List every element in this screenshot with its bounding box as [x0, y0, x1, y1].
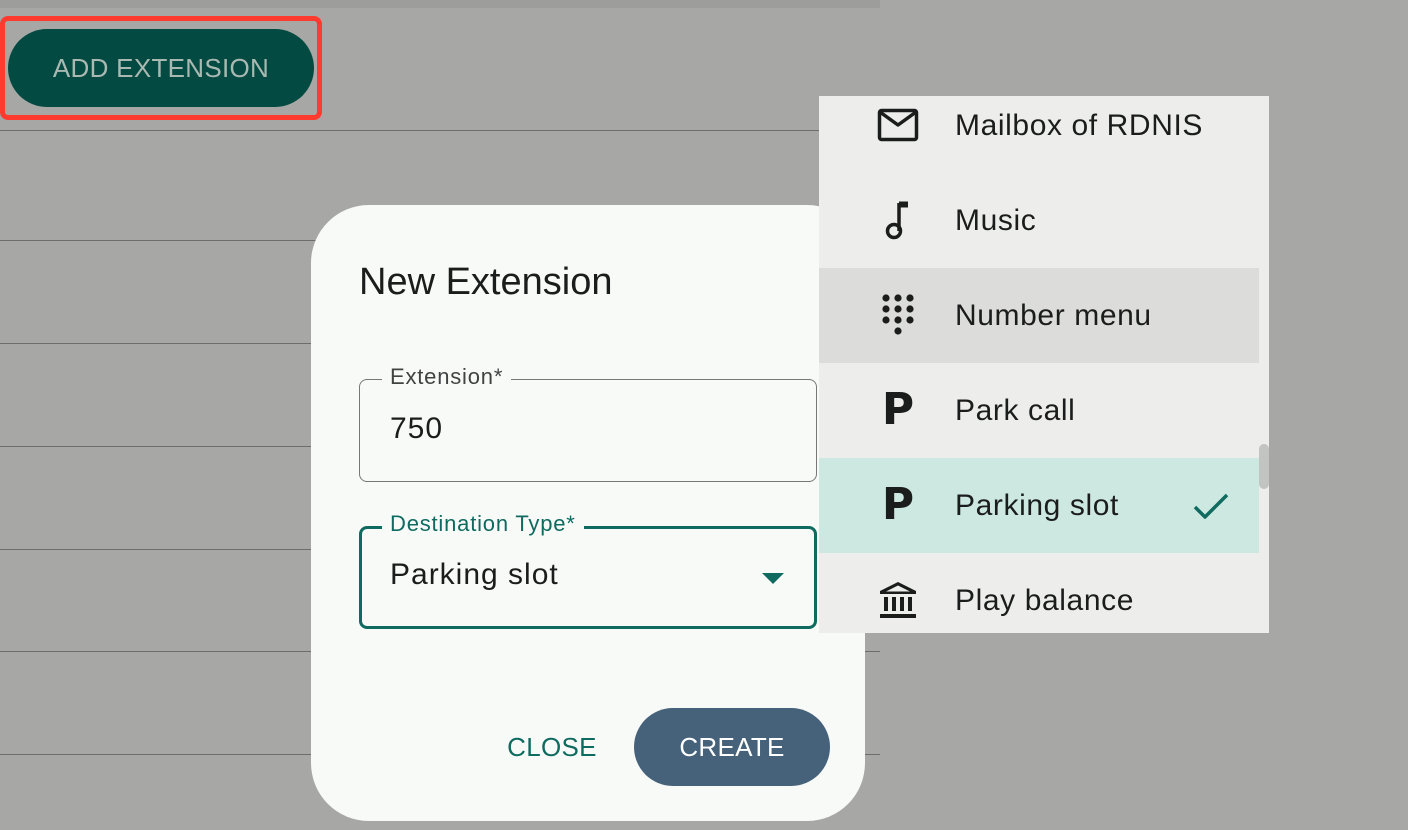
- new-extension-dialog: New Extension Extension* 750 Destination…: [311, 205, 865, 821]
- menu-item-parking-slot[interactable]: P Parking slot: [819, 458, 1259, 553]
- dialog-title: New Extension: [359, 261, 613, 303]
- menu-item-mailbox-of-rdnis[interactable]: Mailbox of RDNIS: [819, 96, 1259, 173]
- extension-field-label: Extension*: [382, 364, 512, 390]
- menu-item-play-balance[interactable]: Play balance: [819, 553, 1259, 633]
- destination-type-menu: Mailbox of RDNIS Music Number menu P Par…: [819, 96, 1269, 633]
- check-icon: [1191, 486, 1231, 526]
- destination-type-select[interactable]: Destination Type* Parking slot: [359, 511, 817, 629]
- menu-item-label: Play balance: [955, 583, 1134, 617]
- close-button[interactable]: CLOSE: [493, 720, 611, 774]
- menu-item-number-menu[interactable]: Number menu: [819, 268, 1259, 363]
- menu-item-music[interactable]: Music: [819, 173, 1259, 268]
- menu-item-park-call[interactable]: P Park call: [819, 363, 1259, 458]
- menu-item-label: Mailbox of RDNIS: [955, 108, 1204, 142]
- add-extension-button-label: ADD EXTENSION: [52, 52, 270, 83]
- menu-scrollbar[interactable]: [1259, 444, 1269, 489]
- bank-icon: [875, 577, 921, 623]
- extension-field-value[interactable]: 750: [390, 412, 443, 446]
- top-strip: [0, 0, 880, 8]
- menu-item-label: Number menu: [955, 298, 1152, 332]
- destination-type-value[interactable]: Parking slot: [390, 558, 559, 592]
- music-note-icon: [875, 197, 921, 243]
- menu-item-label: Park call: [955, 393, 1076, 427]
- row-divider: [0, 130, 880, 131]
- dropdown-arrow-icon[interactable]: [762, 573, 784, 584]
- create-button-label: CREATE: [679, 731, 785, 762]
- extension-field[interactable]: Extension* 750: [359, 364, 817, 482]
- menu-item-label: Music: [955, 203, 1037, 237]
- page: ADD EXTENSION New Extension Extension* 7…: [0, 0, 1408, 830]
- parking-icon: P: [881, 384, 915, 435]
- add-extension-button[interactable]: ADD EXTENSION: [8, 29, 314, 107]
- mail-icon: [875, 102, 921, 148]
- parking-icon: P: [881, 479, 915, 530]
- create-button[interactable]: CREATE: [634, 708, 830, 786]
- dialpad-icon: [875, 292, 921, 338]
- destination-type-label: Destination Type*: [382, 511, 584, 537]
- close-button-label: CLOSE: [507, 731, 597, 762]
- menu-item-label: Parking slot: [955, 488, 1119, 522]
